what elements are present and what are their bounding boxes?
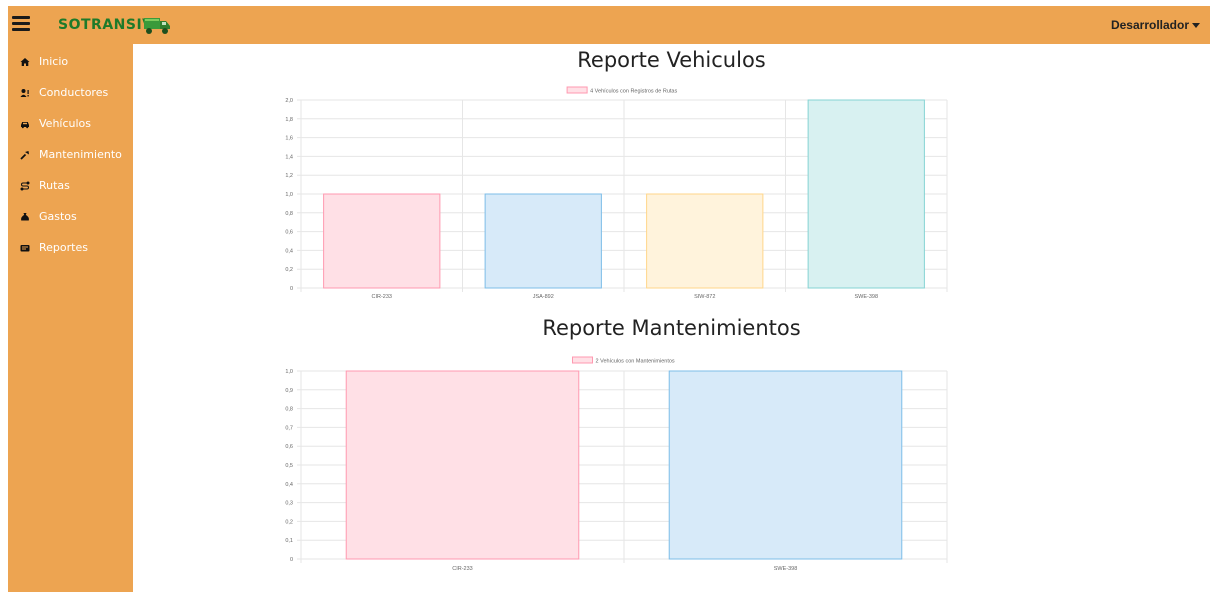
y-tick-label: 1,6 [285, 136, 293, 142]
y-tick-label: 1,2 [285, 173, 293, 179]
report-icon [20, 243, 30, 253]
y-tick-label: 1,8 [285, 117, 293, 123]
x-tick-label: SWE-398 [854, 294, 878, 300]
sidebar-item-vehiculos[interactable]: Vehículos [8, 108, 133, 139]
maintenance-report-title: Reporte Mantenimientos [542, 316, 801, 340]
sidebar-item-inicio[interactable]: Inicio [8, 46, 133, 77]
legend-label: 4 Vehículos con Registros de Rutas [590, 89, 677, 95]
y-tick-label: 0,4 [285, 248, 293, 254]
x-tick-label: CIR-233 [452, 566, 472, 572]
y-tick-label: 0,6 [285, 230, 293, 236]
sidebar-item-label: Gastos [39, 210, 77, 223]
y-tick-label: 0,9 [285, 388, 293, 394]
sidebar-item-mantenimiento[interactable]: Mantenimiento [8, 139, 133, 170]
sidebar-item-reportes[interactable]: Reportes [8, 232, 133, 263]
y-tick-label: 1,0 [285, 192, 293, 198]
bar-SWE-398 [807, 99, 925, 289]
y-tick-label: 0,8 [285, 407, 293, 413]
bar-SIW-872 [646, 193, 764, 289]
wrench-icon [20, 150, 30, 160]
top-navbar: SOTRANSIV Desarrollador [8, 6, 1210, 44]
vehicles-report-title: Reporte Vehiculos [577, 48, 766, 72]
y-tick-label: 0,5 [285, 463, 293, 469]
sidebar-item-conductores[interactable]: Conductores [8, 77, 133, 108]
main-content: Reporte Vehiculos 2,0 1,8 1,6 1,4 1,2 1,0 0,8 0… [133, 44, 1210, 592]
y-tick-label: 2,0 [285, 98, 293, 104]
bar-SWE-398 [668, 370, 903, 560]
money-bag-icon [20, 212, 30, 222]
sidebar-item-label: Mantenimiento [39, 148, 122, 161]
sidebar-item-label: Vehículos [39, 117, 92, 130]
legend-label: 2 Vehículos con Mantenimientos [596, 359, 675, 365]
menu-toggle-icon[interactable] [12, 16, 30, 32]
sidebar-item-gastos[interactable]: Gastos [8, 201, 133, 232]
legend-swatch [566, 86, 588, 94]
x-tick-label: SIW-872 [694, 294, 715, 300]
sidebar-item-label: Rutas [39, 179, 70, 192]
users-icon [20, 88, 30, 98]
x-tick-label: CIR-233 [372, 294, 392, 300]
maintenance-bar-chart: 1,0 0,9 0,8 0,7 0,6 0,5 0,4 0,3 0,2 0,1 0 2 Vehícul… [285, 356, 948, 572]
chevron-down-icon [1192, 23, 1200, 29]
user-dropdown[interactable]: Desarrollador [1111, 18, 1200, 32]
legend-swatch [572, 356, 593, 364]
bar-JSA-892 [484, 193, 602, 289]
truck-logo-icon [144, 18, 170, 34]
y-tick-label: 0 [290, 557, 293, 563]
y-tick-label: 0,7 [285, 425, 293, 431]
bar-CIR-233 [345, 370, 580, 560]
sidebar-item-rutas[interactable]: Rutas [8, 170, 133, 201]
y-tick-label: 0,2 [285, 267, 293, 273]
sidebar-item-label: Reportes [39, 241, 88, 254]
y-tick-label: 1,0 [285, 369, 293, 375]
brand-name[interactable]: SOTRANSIV [58, 17, 154, 33]
sidebar: Inicio Conductores Vehículos Mantenimien… [8, 44, 133, 592]
y-tick-label: 0,1 [285, 538, 293, 544]
route-icon [20, 181, 30, 191]
x-tick-label: SWE-398 [774, 566, 798, 572]
y-tick-label: 0,2 [285, 519, 293, 525]
bar-CIR-233 [323, 193, 441, 289]
user-dropdown-label: Desarrollador [1110, 18, 1189, 32]
y-tick-label: 1,4 [285, 154, 293, 160]
car-icon [20, 119, 30, 129]
x-tick-label: JSA-892 [533, 294, 554, 300]
home-icon [20, 57, 30, 67]
sidebar-item-label: Conductores [39, 86, 109, 99]
sidebar-item-label: Inicio [39, 55, 69, 68]
y-tick-label: 0 [290, 286, 293, 292]
y-tick-label: 0,4 [285, 482, 293, 488]
y-tick-label: 0,3 [285, 501, 293, 507]
y-tick-label: 0,6 [285, 444, 293, 450]
y-tick-label: 0,8 [285, 211, 293, 217]
vehicles-bar-chart: 2,0 1,8 1,6 1,4 1,2 1,0 0,8 0,6 0,4 0,2 0 4 Vehícul… [285, 86, 948, 300]
